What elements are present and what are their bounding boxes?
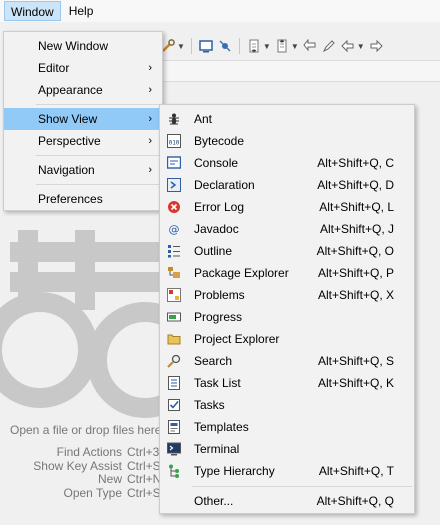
menu-separator [36, 184, 160, 185]
project-explorer-icon [166, 331, 182, 347]
svg-text:010: 010 [169, 140, 180, 147]
chevron-down-icon[interactable]: ▼ [357, 42, 365, 51]
chevron-down-icon[interactable]: ▼ [291, 42, 299, 51]
window-menu: New Window Editor › Appearance › Show View… [3, 31, 163, 211]
chevron-right-icon: › [148, 62, 152, 74]
progress-icon [166, 309, 182, 325]
view-item-search[interactable]: Search Alt+Shift+Q, S [160, 350, 414, 372]
toolbar-separator [238, 38, 240, 54]
show-view-menu: Ant 010 Bytecode Console Alt+Shift+Q, C … [159, 104, 415, 514]
chevron-down-icon[interactable]: ▼ [177, 42, 185, 51]
menu-item-new-window[interactable]: New Window [4, 35, 162, 57]
editor-tab-strip [160, 60, 440, 82]
menu-separator [36, 155, 160, 156]
javadoc-icon: @ [166, 221, 182, 237]
bytecode-icon: 010 [166, 133, 182, 149]
view-item-console[interactable]: Console Alt+Shift+Q, C [160, 152, 414, 174]
view-item-bytecode[interactable]: 010 Bytecode [160, 130, 414, 152]
outline-icon [166, 243, 182, 259]
menu-window[interactable]: Window [4, 1, 61, 21]
shortcut-label: Find Actions [56, 445, 122, 459]
view-item-outline[interactable]: Outline Alt+Shift+Q, O [160, 240, 414, 262]
next-annotation-icon[interactable] [246, 38, 262, 54]
forward-icon[interactable] [368, 38, 384, 54]
menu-bar: Window Help [0, 0, 440, 22]
main-toolbar: ▼ ▼ ▼ ▼ [160, 34, 440, 58]
menu-item-appearance[interactable]: Appearance › [4, 79, 162, 101]
ant-icon [166, 111, 182, 127]
view-item-task-list[interactable]: Task List Alt+Shift+Q, K [160, 372, 414, 394]
error-log-icon [166, 199, 182, 215]
view-item-error-log[interactable]: Error Log Alt+Shift+Q, L [160, 196, 414, 218]
view-item-templates[interactable]: Templates [160, 416, 414, 438]
view-item-package-explorer[interactable]: Package Explorer Alt+Shift+Q, P [160, 262, 414, 284]
type-hierarchy-icon [166, 463, 182, 479]
menu-item-perspective[interactable]: Perspective › [4, 130, 162, 152]
view-item-project-explorer[interactable]: Project Explorer [160, 328, 414, 350]
menu-item-editor[interactable]: Editor › [4, 57, 162, 79]
task-list-icon [166, 375, 182, 391]
previous-annotation-icon[interactable] [274, 38, 290, 54]
menu-separator [192, 486, 412, 487]
package-explorer-icon [166, 265, 182, 281]
view-item-other[interactable]: Other... Alt+Shift+Q, Q [160, 490, 414, 512]
menu-item-show-view[interactable]: Show View › [4, 108, 162, 130]
declaration-icon [166, 177, 182, 193]
tasks-icon [166, 397, 182, 413]
chevron-down-icon[interactable]: ▼ [263, 42, 271, 51]
menu-item-navigation[interactable]: Navigation › [4, 159, 162, 181]
search-icon [166, 353, 182, 369]
chevron-right-icon: › [148, 164, 152, 176]
shortcut-label: Open Type [63, 485, 123, 500]
templates-icon [166, 419, 182, 435]
toolbar-separator [190, 38, 192, 54]
debug-icon[interactable] [217, 38, 233, 54]
shortcut-label: Show Key Assist [33, 458, 122, 473]
edit-icon[interactable] [321, 38, 337, 54]
open-file-hint: Open a file or drop files here [10, 423, 162, 437]
menu-separator [36, 104, 160, 105]
svg-text:@: @ [169, 223, 180, 236]
view-item-ant[interactable]: Ant [160, 108, 414, 130]
last-edit-location-icon[interactable] [302, 38, 318, 54]
problems-icon [166, 287, 182, 303]
chevron-right-icon: › [148, 113, 152, 125]
view-item-javadoc[interactable]: @ Javadoc Alt+Shift+Q, J [160, 218, 414, 240]
view-item-terminal[interactable]: Terminal [160, 438, 414, 460]
shortcut-label: New [97, 472, 122, 486]
menu-item-preferences[interactable]: Preferences [4, 188, 162, 210]
view-item-progress[interactable]: Progress [160, 306, 414, 328]
view-item-problems[interactable]: Problems Alt+Shift+Q, X [160, 284, 414, 306]
terminal-icon [166, 441, 182, 457]
chevron-right-icon: › [148, 84, 152, 96]
shortcut-labels: Find Actions Show Key Assist New Open Ty… [33, 445, 123, 500]
view-item-tasks[interactable]: Tasks [160, 394, 414, 416]
chevron-right-icon: › [148, 135, 152, 147]
back-icon[interactable] [340, 38, 356, 54]
menu-help[interactable]: Help [63, 1, 100, 21]
view-item-declaration[interactable]: Declaration Alt+Shift+Q, D [160, 174, 414, 196]
console-view-icon[interactable] [198, 38, 214, 54]
view-item-type-hierarchy[interactable]: Type Hierarchy Alt+Shift+Q, T [160, 460, 414, 482]
console-icon [166, 155, 182, 171]
